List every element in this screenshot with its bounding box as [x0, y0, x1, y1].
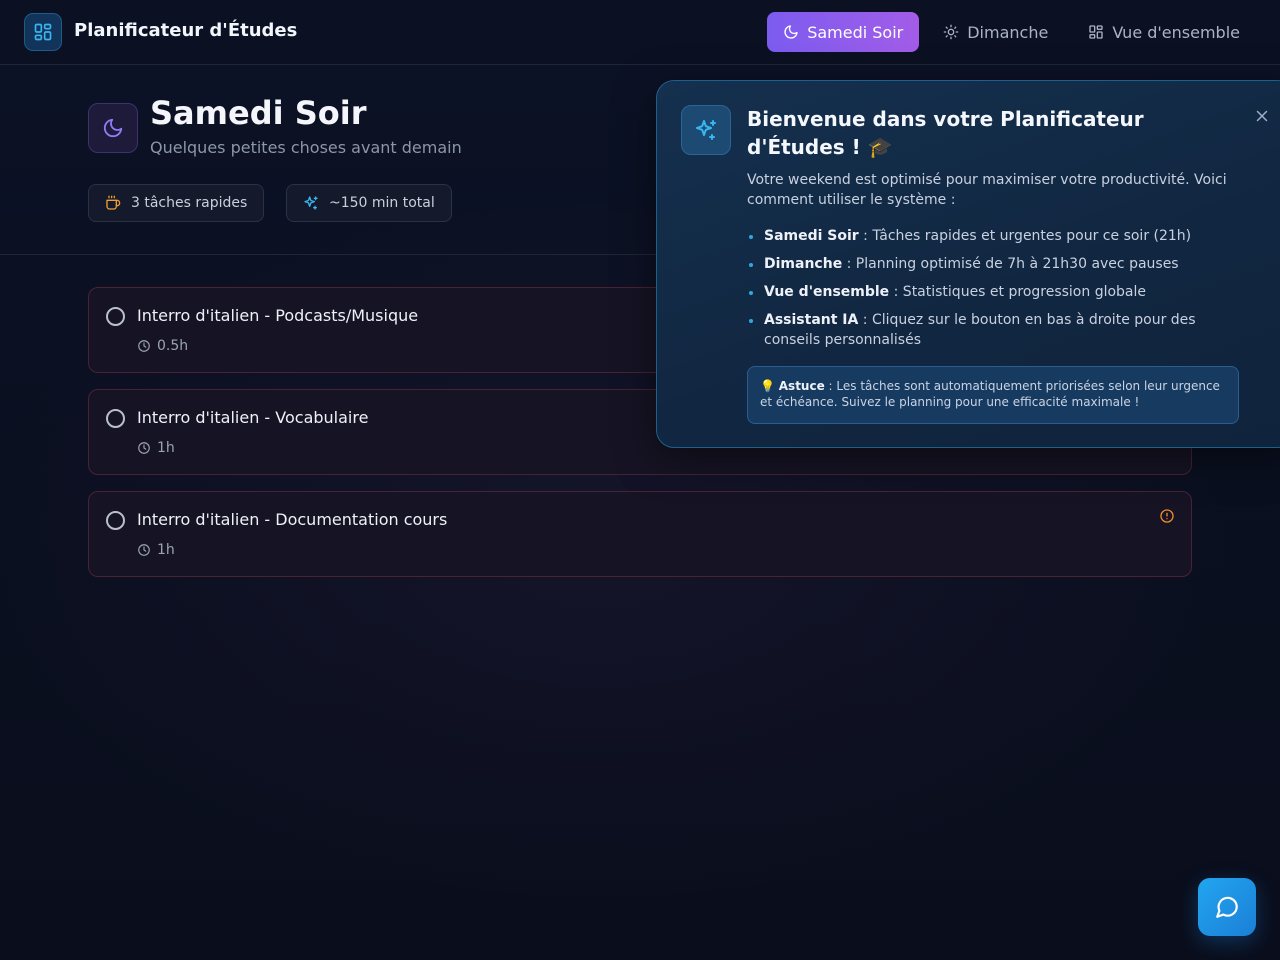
- duration-value: 1h: [157, 440, 175, 456]
- item-text: : Statistiques et progression globale: [889, 284, 1147, 300]
- dashboard-grid-icon: [34, 23, 52, 41]
- tab-label: Dimanche: [967, 22, 1049, 42]
- coffee-icon: [106, 195, 121, 210]
- item-text: : Planning optimisé de 7h à 21h30 avec p…: [842, 256, 1179, 272]
- item-label: Dimanche: [764, 256, 843, 272]
- tip-prefix: 💡: [760, 379, 779, 393]
- task-checkbox[interactable]: [106, 307, 125, 326]
- page-subtitle: Quelques petites choses avant demain: [150, 138, 462, 157]
- task-duration: 1h: [137, 542, 175, 558]
- nav-tabs: Samedi Soir Dimanche Vue d'ensemble: [759, 12, 1256, 52]
- task-title: Interro d'italien - Podcasts/Musique: [137, 306, 419, 325]
- task-card[interactable]: Interro d'italien - Documentation cours …: [88, 491, 1192, 577]
- chip-label: ~150 min total: [329, 195, 435, 211]
- list-item: Samedi Soir : Tâches rapides et urgentes…: [747, 226, 1217, 246]
- tab-label: Samedi Soir: [807, 22, 904, 42]
- tab-dimanche[interactable]: Dimanche: [927, 12, 1064, 52]
- task-count-chip: 3 tâches rapides: [88, 184, 265, 222]
- sun-icon: [943, 24, 959, 40]
- clock-icon: [138, 442, 150, 454]
- sparkles-icon: [304, 196, 318, 210]
- alert-circle-icon: [1160, 509, 1174, 523]
- list-item: Dimanche : Planning optimisé de 7h à 21h…: [747, 254, 1217, 274]
- app-logo[interactable]: [24, 13, 62, 51]
- item-text: : Tâches rapides et urgentes pour ce soi…: [858, 228, 1192, 244]
- clock-icon: [138, 544, 150, 556]
- task-duration: 0.5h: [137, 338, 188, 354]
- tab-label: Vue d'ensemble: [1112, 22, 1240, 42]
- item-label: Vue d'ensemble: [764, 284, 890, 300]
- list-item: Assistant IA : Cliquez sur le bouton en …: [747, 310, 1217, 350]
- tab-vue-ensemble[interactable]: Vue d'ensemble: [1072, 12, 1256, 52]
- tip-label: Astuce: [778, 379, 825, 393]
- page-title: Samedi Soir: [150, 94, 367, 132]
- welcome-intro: Votre weekend est optimisé pour maximise…: [747, 172, 1227, 208]
- duration-value: 1h: [157, 542, 175, 558]
- clock-icon: [138, 340, 150, 352]
- duration-value: 0.5h: [157, 338, 189, 354]
- tab-samedi-soir[interactable]: Samedi Soir: [767, 12, 920, 52]
- tip-box: 💡 Astuce : Les tâches sont automatiqueme…: [747, 366, 1239, 424]
- chip-label: 3 tâches rapides: [131, 195, 248, 211]
- welcome-title: Bienvenue dans votre Planificateur d'Étu…: [747, 107, 1144, 159]
- close-icon[interactable]: [1253, 107, 1271, 125]
- task-title: Interro d'italien - Vocabulaire: [137, 408, 369, 427]
- tip-text: : Les tâches sont automatiquement priori…: [760, 379, 1220, 409]
- welcome-popup: Bienvenue dans votre Planificateur d'Étu…: [656, 80, 1280, 448]
- total-time-chip: ~150 min total: [286, 184, 452, 222]
- message-circle-icon: [1216, 896, 1238, 918]
- welcome-list: Samedi Soir : Tâches rapides et urgentes…: [747, 226, 1217, 358]
- moon-icon: [103, 118, 123, 138]
- item-label: Assistant IA: [764, 312, 859, 328]
- task-checkbox[interactable]: [106, 511, 125, 530]
- moon-icon: [784, 25, 798, 39]
- top-bar: Planificateur d'Études Samedi Soir Diman…: [0, 0, 1280, 65]
- ai-assistant-button[interactable]: [1198, 878, 1256, 936]
- welcome-icon-box: [681, 105, 731, 155]
- hero-icon-box: [88, 103, 138, 153]
- task-duration: 1h: [137, 440, 175, 456]
- task-checkbox[interactable]: [106, 409, 125, 428]
- task-title: Interro d'italien - Documentation cours: [137, 510, 448, 529]
- sparkles-icon: [696, 120, 716, 140]
- grid-icon: [1089, 25, 1103, 39]
- list-item: Vue d'ensemble : Statistiques et progres…: [747, 282, 1217, 302]
- item-label: Samedi Soir: [764, 228, 859, 244]
- app-title: Planificateur d'Études: [74, 20, 298, 41]
